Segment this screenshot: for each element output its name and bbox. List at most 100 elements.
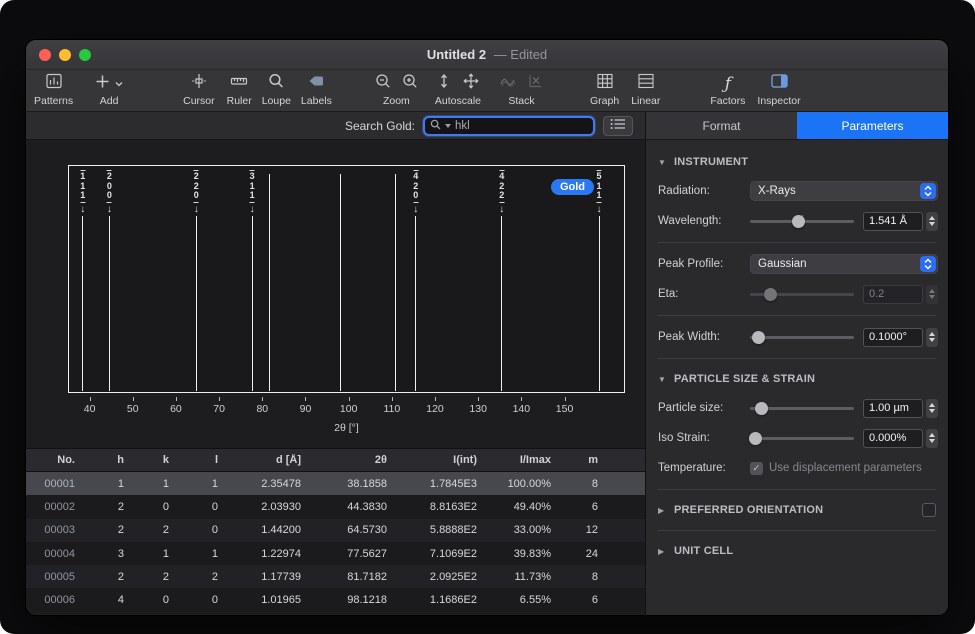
column-header-no[interactable]: No. — [26, 454, 84, 466]
column-header-d[interactable]: d [Å] — [227, 454, 310, 466]
column-header-2theta[interactable]: 2θ — [310, 454, 396, 466]
wavelength-slider[interactable] — [750, 214, 854, 228]
peak-line[interactable] — [252, 216, 253, 391]
particle-size-field[interactable]: 1.00 µm — [863, 399, 923, 418]
section-instrument[interactable]: ▼ INSTRUMENT — [646, 148, 948, 176]
tab-format[interactable]: Format — [646, 112, 797, 139]
table-row[interactable]: 000032201.4420064.57305.8888E233.00%12 — [26, 519, 645, 542]
peak-width-field[interactable]: 0.1000° — [863, 328, 923, 347]
peak-width-row: Peak Width: 0.1000° — [646, 322, 948, 352]
peak-width-stepper[interactable] — [926, 328, 938, 347]
particle-size-slider[interactable] — [750, 401, 854, 415]
peak-line[interactable] — [395, 174, 396, 391]
table-row[interactable]: 000052221.1773981.71822.0925E211.73%8 — [26, 565, 645, 588]
table-row[interactable]: 000022002.0393044.38308.8163E249.40%6 — [26, 495, 645, 518]
peak-line[interactable] — [501, 216, 502, 391]
peak-line[interactable] — [599, 216, 600, 391]
toolbar-button-graph[interactable]: Graph — [590, 73, 619, 107]
peak-line[interactable] — [415, 216, 416, 391]
preferred-orientation-checkbox[interactable] — [922, 503, 936, 517]
list-view-button[interactable] — [603, 116, 633, 136]
disclosure-closed-icon[interactable]: ▶ — [658, 547, 667, 556]
x-tick-label: 150 — [556, 403, 574, 415]
move-arrows-icon[interactable] — [462, 72, 480, 95]
minimize-window-button[interactable] — [59, 49, 71, 61]
eta-label: Eta: — [658, 288, 750, 300]
section-title: PREFERRED ORIENTATION — [674, 504, 823, 516]
titlebar[interactable]: Untitled 2 — Edited — [26, 40, 948, 70]
table-row[interactable]: 000011112.3547838.18581.7845E3100.00%8 — [26, 472, 645, 495]
peak-width-label: Peak Width: — [658, 331, 750, 343]
section-particle-size-strain[interactable]: ▼ PARTICLE SIZE & STRAIN — [646, 365, 948, 393]
peak-line[interactable] — [340, 174, 341, 391]
wavelength-stepper[interactable] — [926, 212, 938, 231]
close-window-button[interactable] — [39, 49, 51, 61]
slider-thumb[interactable] — [749, 432, 762, 445]
tab-parameters[interactable]: Parameters — [797, 112, 948, 139]
disclosure-closed-icon[interactable]: ▶ — [658, 506, 667, 515]
column-header-k[interactable]: k — [133, 454, 178, 466]
peak-line[interactable] — [269, 174, 270, 391]
toolbar-label: Loupe — [262, 95, 291, 107]
rows-icon — [637, 72, 655, 95]
slider-thumb[interactable] — [755, 402, 768, 415]
toolbar-button-inspector[interactable]: Inspector — [757, 73, 800, 107]
table-row[interactable]: 000064001.0196598.12181.1686E26.55%6 — [26, 588, 645, 611]
section-unit-cell[interactable]: ▶ UNIT CELL — [646, 537, 948, 565]
table-cell: 1.44200 — [227, 524, 310, 536]
toolbar-button-labels[interactable]: Labels — [301, 73, 332, 107]
toolbar-button-patterns[interactable]: Patterns — [34, 73, 73, 107]
table-row[interactable]: 000043111.2297477.56277.1069E239.83%24 — [26, 542, 645, 565]
down-arrow-icon: ↓ — [80, 205, 85, 215]
peak-line[interactable] — [109, 216, 110, 391]
toolbar-button-add[interactable]: Add — [95, 73, 123, 107]
toolbar-button-cursor[interactable]: Cursor — [183, 73, 215, 107]
vertical-arrows-icon[interactable] — [435, 72, 453, 95]
column-header-h[interactable]: h — [84, 454, 133, 466]
table-cell: 2.0925E2 — [396, 571, 486, 583]
table-cell: 2 — [133, 571, 178, 583]
use-displacement-checkbox[interactable] — [750, 462, 763, 475]
overlay-curves-icon[interactable] — [499, 72, 517, 95]
iso-strain-slider[interactable] — [750, 431, 854, 445]
table-cell: 33.00% — [486, 524, 560, 536]
section-preferred-orientation[interactable]: ▶ PREFERRED ORIENTATION — [646, 496, 948, 524]
column-header-intensity[interactable]: I(int) — [396, 454, 486, 466]
section-title: PARTICLE SIZE & STRAIN — [674, 373, 815, 385]
disclosure-open-icon[interactable]: ▼ — [658, 158, 667, 167]
peak-line[interactable] — [82, 216, 83, 391]
x-tick-label: 80 — [256, 403, 268, 415]
toolbar-button-ruler[interactable]: Ruler — [227, 73, 252, 107]
peak-profile-value: Gaussian — [758, 258, 807, 270]
zoom-out-icon[interactable] — [374, 72, 392, 95]
column-header-relative-intensity[interactable]: I/Imax — [486, 454, 560, 466]
peak-width-value: 0.1000° — [869, 331, 907, 343]
search-input[interactable]: hkl — [423, 116, 595, 136]
iso-strain-stepper[interactable] — [926, 429, 938, 448]
slider-thumb[interactable] — [792, 215, 805, 228]
peak-line[interactable] — [196, 216, 197, 391]
toolbar-button-loupe[interactable]: Loupe — [262, 73, 291, 107]
iso-strain-field[interactable]: 0.000% — [863, 429, 923, 448]
peak-profile-popup[interactable]: Gaussian — [750, 254, 938, 274]
temperature-row: Temperature: Use displacement parameters — [646, 453, 948, 483]
peak-hkl-label: 311↓ — [250, 169, 255, 215]
column-header-multiplicity[interactable]: m — [560, 454, 607, 466]
eta-value: 0.2 — [869, 288, 884, 300]
peak-width-slider[interactable] — [750, 330, 854, 344]
toolbar-button-linear[interactable]: Linear — [631, 73, 660, 107]
column-header-l[interactable]: l — [178, 454, 227, 466]
stack-offset-icon[interactable] — [526, 72, 544, 95]
wavelength-field[interactable]: 1.541 Å — [863, 212, 923, 231]
slider-thumb[interactable] — [752, 331, 765, 344]
fullscreen-window-button[interactable] — [79, 49, 91, 61]
zoom-in-icon[interactable] — [401, 72, 419, 95]
plot-area[interactable]: Gold 111↓200↓220↓311↓420↓422↓511↓ — [68, 165, 625, 393]
series-badge[interactable]: Gold — [551, 179, 594, 195]
temperature-label: Temperature: — [658, 462, 750, 474]
table-cell: 2 — [133, 524, 178, 536]
toolbar-button-factors[interactable]: ƒ Factors — [710, 73, 745, 107]
radiation-popup[interactable]: X-Rays — [750, 181, 938, 201]
particle-size-stepper[interactable] — [926, 399, 938, 418]
disclosure-open-icon[interactable]: ▼ — [658, 375, 667, 384]
